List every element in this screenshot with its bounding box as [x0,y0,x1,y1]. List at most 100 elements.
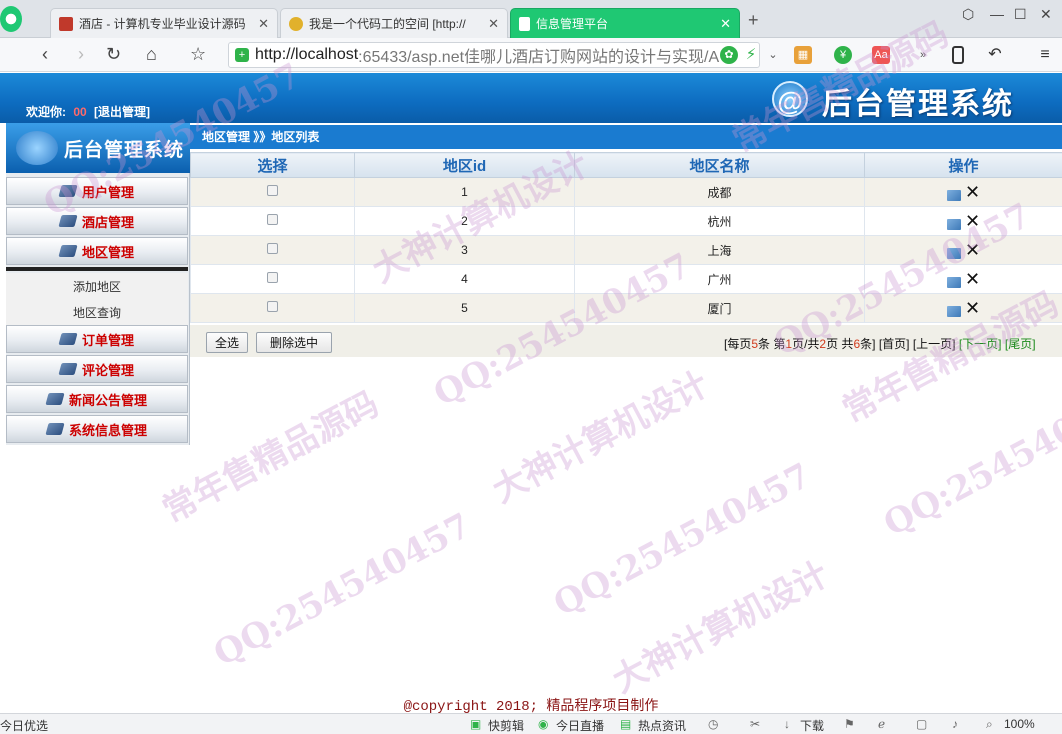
delete-icon[interactable]: ✕ [965,298,980,319]
home-icon[interactable]: ⌂ [146,44,157,64]
last-page-link[interactable]: [尾页] [1005,337,1036,351]
menu-icon [58,215,78,227]
sidebar-item-region-management[interactable]: 地区管理 [6,237,188,265]
favicon-icon [289,16,303,31]
edit-icon[interactable] [946,247,961,259]
new-tab-button[interactable]: + [748,10,759,31]
region-id-cell: 3 [354,235,575,265]
speed-icon[interactable]: ◷ [708,717,718,731]
dropdown-chevron-icon[interactable]: ⌄ [764,46,782,64]
sidebar-title: 后台管理系统 [64,140,185,161]
extension-gear-icon[interactable]: ✿ [720,46,738,64]
system-title: 后台管理系统 [822,88,1014,121]
undo-icon[interactable]: ↶ [986,46,1004,64]
edit-icon[interactable] [946,218,961,230]
sidebar-header: 后台管理系统 [6,123,190,173]
favorite-star-icon[interactable]: ☆ [190,44,206,64]
copyright-footer: @copyright 2018; 精品程序项目制作 [403,699,659,713]
forward-icon[interactable]: › [78,44,84,64]
menu-icon[interactable]: ≡ [1036,46,1054,64]
pager-text: [每页 [724,337,752,351]
delete-selected-button[interactable]: 删除选中 [256,332,332,353]
tab-info-platform[interactable]: 信息管理平台 ✕ [510,8,740,38]
table-row: 5 厦门 ✕ [190,293,1062,323]
sidebar-item-order-management[interactable]: 订单管理 [6,325,188,353]
submenu-item-region-query[interactable]: 地区查询 [6,299,188,325]
window-icon[interactable]: ▢ [916,717,927,731]
status-item[interactable]: 热点资讯 [638,717,686,734]
welcome-bar: 欢迎你: 00 [退出管理] [26,103,150,120]
favicon-icon [59,16,73,31]
row-checkbox[interactable] [267,214,278,225]
delete-icon[interactable]: ✕ [965,240,980,261]
region-id-cell: 5 [354,293,575,323]
region-name-cell: 厦门 [574,293,865,323]
ie-icon[interactable]: ℯ [878,717,885,731]
region-name-cell: 成都 [574,177,865,207]
logout-link[interactable]: [退出管理] [94,105,150,119]
submenu-item-add-region[interactable]: 添加地区 [6,273,188,299]
browser-nav-bar: ‹ › ↻ ⌂ ☆ + http://localhost :65433/asp.… [0,38,1062,72]
status-left-text[interactable]: 今日优选 [0,717,48,734]
edit-icon[interactable] [946,189,961,201]
sidebar-item-user-management[interactable]: 用户管理 [6,177,188,205]
sidebar-item-news-management[interactable]: 新闻公告管理 [6,385,188,413]
pager-text: 条 第 [758,337,786,351]
row-checkbox[interactable] [267,185,278,196]
pager-text: 页 共 [826,337,854,351]
sidebar-item-label: 订单管理 [81,332,134,348]
phone-icon[interactable] [952,46,964,64]
edit-icon[interactable] [946,276,961,288]
tools-icon[interactable]: ✂ [750,717,760,731]
skin-icon[interactable]: ⬡ [962,6,974,23]
sidebar-item-system-info[interactable]: 系统信息管理 [6,415,188,443]
maximize-button[interactable]: ☐ [1014,6,1027,23]
row-checkbox[interactable] [267,243,278,254]
sound-icon[interactable]: ♪ [952,717,958,731]
news-icon[interactable]: ▤ [620,717,631,731]
delete-icon[interactable]: ✕ [965,211,980,232]
close-tab-icon[interactable]: ✕ [488,16,499,32]
close-window-button[interactable]: ✕ [1040,6,1052,23]
browser-logo-icon[interactable] [0,6,22,32]
download-icon[interactable]: ↓ [784,717,790,731]
status-item[interactable]: 下载 [800,717,824,734]
flag-icon[interactable]: ⚑ [844,717,855,731]
lightning-icon[interactable]: ⚡ [742,46,760,64]
sidebar-item-hotel-management[interactable]: 酒店管理 [6,207,188,235]
submenu-divider [6,267,188,271]
table-row: 3 上海 ✕ [190,235,1062,265]
translate-icon[interactable]: Aa [872,46,890,64]
close-tab-icon[interactable]: ✕ [720,16,731,32]
next-page-link[interactable]: [下一页] [959,337,1002,351]
edit-icon[interactable] [946,305,961,317]
zoom-icon[interactable]: ⌕ [986,717,993,732]
status-item[interactable]: 快剪辑 [488,717,524,734]
live-icon[interactable]: ◉ [538,717,548,731]
first-page-link[interactable]: [首页] [879,337,910,351]
yuan-shield-icon[interactable]: ¥ [834,46,852,64]
select-all-button[interactable]: 全选 [206,332,248,353]
apps-grid-icon[interactable]: ▦ [794,46,812,64]
prev-page-link[interactable]: [上一页] [913,337,956,351]
minimize-button[interactable]: — [990,6,1004,22]
close-tab-icon[interactable]: ✕ [258,16,269,32]
menu-icon [45,393,65,405]
status-item[interactable]: 今日直播 [556,717,604,734]
delete-icon[interactable]: ✕ [965,182,980,203]
more-extensions-icon[interactable]: » [914,46,932,64]
refresh-icon[interactable]: ↻ [106,44,121,64]
zoom-level[interactable]: 100% [1004,717,1035,731]
row-checkbox[interactable] [267,301,278,312]
tab-hotel-source[interactable]: 酒店 - 计算机专业毕业设计源码 ✕ [50,8,278,38]
delete-icon[interactable]: ✕ [965,269,980,290]
row-checkbox[interactable] [267,272,278,283]
breadcrumb: 地区管理 》》地区列表 [190,125,1062,149]
sidebar-item-review-management[interactable]: 评论管理 [6,355,188,383]
region-name-cell: 广州 [574,264,865,294]
back-icon[interactable]: ‹ [42,44,48,64]
quick-clip-icon[interactable]: ▣ [470,717,481,731]
tab-code-space[interactable]: 我是一个代码工的空间 [http:// ✕ [280,8,508,38]
address-bar[interactable]: + http://localhost :65433/asp.net佳哪儿酒店订购… [228,42,760,68]
sidebar-logo-icon [16,131,58,165]
